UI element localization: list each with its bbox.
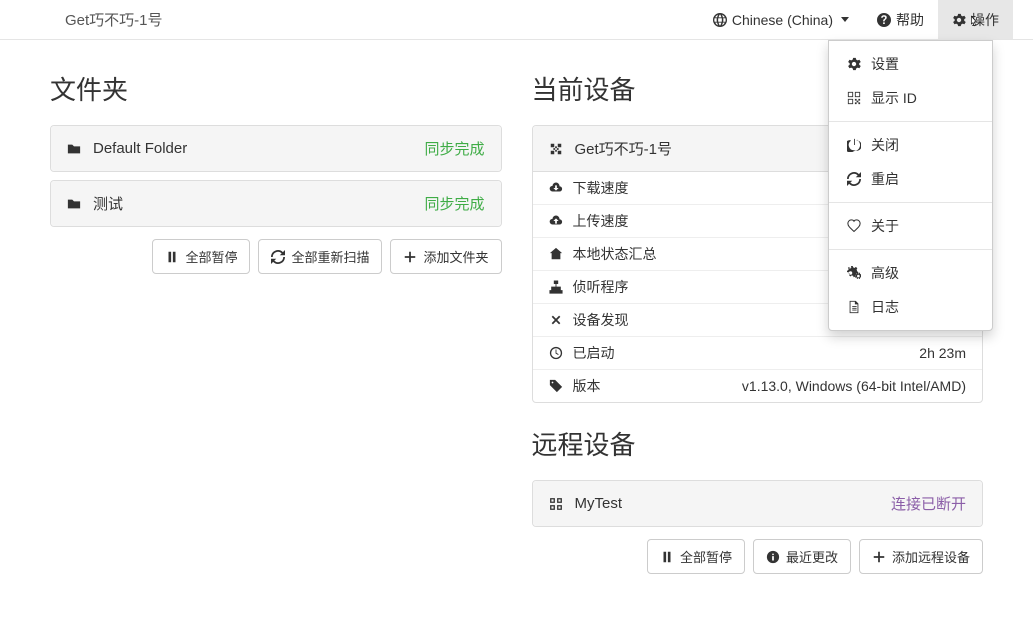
remote-devices-title: 远程设备 — [532, 425, 984, 462]
menu-logs-label: 日志 — [871, 297, 899, 317]
folders-buttons: 全部暂停 全部重新扫描 添加文件夹 — [50, 239, 502, 274]
menu-settings-label: 设置 — [871, 54, 899, 74]
pause-icon — [165, 250, 179, 264]
sitemap-icon — [549, 280, 563, 294]
menu-show-id[interactable]: 显示 ID — [829, 81, 992, 115]
signal-icon — [549, 313, 563, 327]
help-link[interactable]: 帮助 — [863, 0, 938, 39]
cloud-download-icon — [549, 181, 563, 195]
menu-logs[interactable]: 日志 — [829, 290, 992, 324]
add-folder-button[interactable]: 添加文件夹 — [390, 239, 501, 274]
tag-icon — [549, 379, 563, 393]
clock-icon — [549, 346, 563, 360]
refresh-icon — [271, 250, 285, 264]
folder-panel: Default Folder 同步完成 — [50, 125, 502, 172]
folder-name: Default Folder — [93, 140, 187, 157]
heart-icon — [847, 219, 861, 233]
pause-all-devices-label: 全部暂停 — [680, 547, 732, 566]
menu-restart[interactable]: 重启 — [829, 162, 992, 196]
qrcode-icon — [847, 91, 861, 105]
folders-title: 文件夹 — [50, 70, 502, 107]
device-icon — [549, 142, 563, 156]
caret-down-icon — [841, 17, 849, 22]
folder-name: 测试 — [93, 193, 123, 214]
pause-icon — [660, 550, 674, 564]
menu-shutdown[interactable]: 关闭 — [829, 128, 992, 162]
home-icon — [549, 247, 563, 261]
stat-uptime: 已启动 2h 23m — [533, 337, 983, 370]
navbar-right: Chinese (China) 帮助 操作 — [699, 0, 1013, 39]
menu-divider — [829, 121, 992, 122]
remote-device-panel: MyTest 连接已断开 — [532, 480, 984, 527]
gear-icon — [847, 57, 861, 71]
folders-column: 文件夹 Default Folder 同步完成 测试 同步完成 — [50, 70, 502, 574]
folder-icon — [67, 197, 81, 211]
cloud-upload-icon — [549, 214, 563, 228]
menu-about[interactable]: 关于 — [829, 209, 992, 243]
plus-icon — [872, 550, 886, 564]
pause-all-label: 全部暂停 — [185, 247, 237, 266]
add-remote-device-button[interactable]: 添加远程设备 — [859, 539, 983, 574]
refresh-icon — [847, 172, 861, 186]
pause-all-devices-button[interactable]: 全部暂停 — [647, 539, 745, 574]
actions-label: 操作 — [971, 10, 999, 30]
rescan-all-label: 全部重新扫描 — [291, 247, 369, 266]
power-icon — [847, 138, 861, 152]
stat-version: 版本 v1.13.0, Windows (64-bit Intel/AMD) — [533, 370, 983, 402]
menu-settings[interactable]: 设置 — [829, 47, 992, 81]
add-remote-device-label: 添加远程设备 — [892, 547, 970, 566]
remote-device-heading[interactable]: MyTest 连接已断开 — [533, 481, 983, 526]
folder-heading[interactable]: Default Folder 同步完成 — [51, 126, 501, 171]
actions-dropdown-menu: 设置 显示 ID 关闭 重启 关于 高级 日志 — [828, 40, 993, 331]
folder-status: 同步完成 — [424, 193, 484, 214]
rescan-all-button[interactable]: 全部重新扫描 — [258, 239, 382, 274]
help-label: 帮助 — [896, 10, 924, 30]
uptime-value: 2h 23m — [919, 345, 966, 361]
menu-shutdown-label: 关闭 — [871, 135, 899, 155]
plus-icon — [403, 250, 417, 264]
menu-advanced-label: 高级 — [871, 263, 899, 283]
folder-panel: 测试 同步完成 — [50, 180, 502, 227]
menu-show-id-label: 显示 ID — [871, 88, 917, 108]
this-device-name: Get巧不巧-1号 — [575, 138, 673, 159]
menu-about-label: 关于 — [871, 216, 899, 236]
menu-divider — [829, 202, 992, 203]
navbar-brand: Get巧不巧-1号 — [65, 9, 163, 30]
menu-advanced[interactable]: 高级 — [829, 256, 992, 290]
language-label: Chinese (China) — [732, 12, 833, 28]
cogs-icon — [847, 266, 861, 280]
remote-device-status: 连接已断开 — [891, 493, 966, 514]
recent-changes-label: 最近更改 — [786, 547, 838, 566]
question-icon — [877, 13, 891, 27]
globe-icon — [713, 13, 727, 27]
recent-changes-button[interactable]: 最近更改 — [753, 539, 851, 574]
menu-divider — [829, 249, 992, 250]
remote-device-name: MyTest — [575, 495, 623, 512]
add-folder-label: 添加文件夹 — [423, 247, 488, 266]
device-disconnected-icon — [549, 497, 563, 511]
info-icon — [766, 550, 780, 564]
version-value: v1.13.0, Windows (64-bit Intel/AMD) — [742, 378, 966, 394]
pause-all-button[interactable]: 全部暂停 — [152, 239, 250, 274]
folder-heading[interactable]: 测试 同步完成 — [51, 181, 501, 226]
navbar: Get巧不巧-1号 Chinese (China) 帮助 操作 — [0, 0, 1033, 40]
folder-status: 同步完成 — [424, 138, 484, 159]
language-selector[interactable]: Chinese (China) — [699, 0, 863, 39]
file-text-icon — [847, 300, 861, 314]
actions-dropdown-toggle[interactable]: 操作 — [938, 0, 1013, 39]
menu-restart-label: 重启 — [871, 169, 899, 189]
remote-devices-buttons: 全部暂停 最近更改 添加远程设备 — [532, 539, 984, 574]
folder-icon — [67, 142, 81, 156]
gear-icon — [952, 13, 966, 27]
